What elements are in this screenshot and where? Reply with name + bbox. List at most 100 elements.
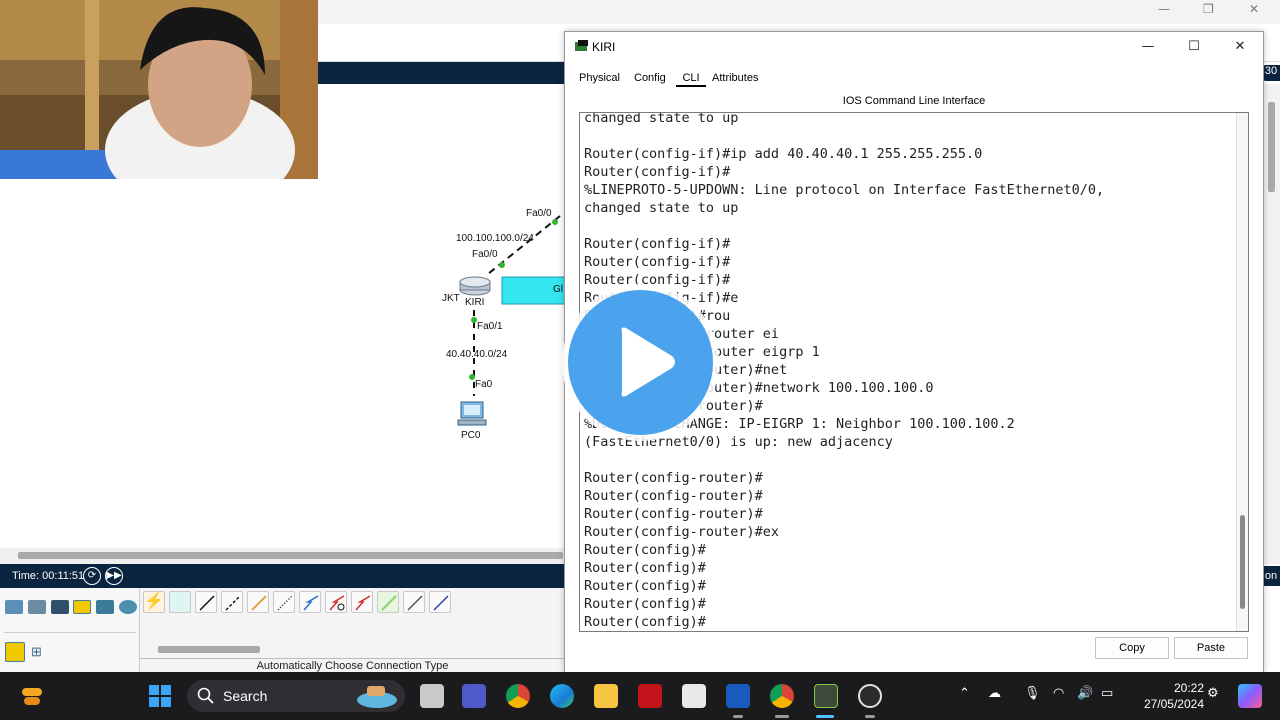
tab-cli[interactable]: CLI bbox=[676, 72, 706, 87]
volume-icon[interactable]: 🔊 bbox=[1077, 686, 1093, 701]
search-icon bbox=[197, 687, 214, 704]
end-devices-icon[interactable] bbox=[28, 600, 46, 614]
grid-icon[interactable]: ⊞ bbox=[31, 644, 42, 660]
pc-icon[interactable] bbox=[457, 401, 487, 426]
terminal-line: Router(config-if)# bbox=[584, 254, 731, 270]
pt-right-scroll-thumb[interactable] bbox=[1268, 102, 1275, 192]
connections-subcategory-icon[interactable] bbox=[5, 642, 25, 662]
link-wan[interactable] bbox=[487, 215, 561, 275]
copy-button[interactable]: Copy bbox=[1095, 637, 1169, 659]
terminal-line: Router(config)# bbox=[584, 578, 706, 594]
terminal-scrollbar[interactable] bbox=[1236, 113, 1248, 631]
tab-config[interactable]: Config bbox=[634, 72, 666, 84]
wifi-icon[interactable]: ◠ bbox=[1053, 686, 1064, 701]
play-icon bbox=[621, 327, 675, 397]
label-fa00-upper: Fa0/0 bbox=[526, 208, 552, 219]
start-icon[interactable] bbox=[148, 684, 172, 708]
copper-cross-icon[interactable] bbox=[221, 591, 243, 613]
misc-icon[interactable] bbox=[96, 600, 114, 614]
search-label: Search bbox=[223, 688, 268, 704]
connection-scroll-thumb[interactable] bbox=[158, 646, 260, 653]
label-cyan-box: Gl bbox=[553, 284, 563, 295]
paste-button[interactable]: Paste bbox=[1174, 637, 1248, 659]
clock-time: 20:22 bbox=[1173, 681, 1204, 695]
terminal-scroll-thumb[interactable] bbox=[1240, 515, 1245, 609]
octal-cable-icon[interactable] bbox=[377, 591, 399, 613]
mcafee-icon[interactable] bbox=[638, 684, 662, 708]
serial-dce-icon[interactable] bbox=[325, 591, 347, 613]
terminal-line: Router(config-router)# bbox=[584, 488, 763, 504]
label-fa01: Fa0/1 bbox=[477, 321, 503, 332]
video-play-button[interactable] bbox=[568, 290, 713, 435]
search-highlight-icon bbox=[357, 686, 397, 708]
terminal-line: (FastEthernet0/0) is up: new adjacency bbox=[584, 434, 893, 450]
power-cycle-icon[interactable]: ⟳ bbox=[83, 567, 101, 585]
tab-physical[interactable]: Physical bbox=[579, 72, 620, 84]
terminal-line: Router(config-router)# bbox=[584, 506, 763, 522]
console-cable-icon[interactable] bbox=[169, 591, 191, 613]
maximize-button[interactable]: ☐ bbox=[1171, 32, 1217, 62]
fiber-icon[interactable] bbox=[247, 591, 269, 613]
components-icon[interactable] bbox=[51, 600, 69, 614]
close-button[interactable]: ✕ bbox=[1217, 32, 1263, 62]
weather-widget-icon[interactable] bbox=[20, 684, 44, 708]
fast-forward-icon[interactable]: ▶▶ bbox=[105, 567, 123, 585]
connections-icon[interactable] bbox=[73, 600, 91, 614]
coaxial-icon[interactable] bbox=[299, 591, 321, 613]
onedrive-icon[interactable]: ☁ bbox=[988, 686, 1001, 701]
router-icon[interactable] bbox=[459, 276, 491, 296]
right-edge-top-text: 30 bbox=[1264, 65, 1278, 77]
chrome-active-indicator bbox=[775, 715, 789, 718]
realtime-bar: Time: 00:11:51 ⟳ ▶▶ bbox=[0, 564, 565, 588]
search-box[interactable]: Search bbox=[187, 680, 405, 712]
tray-overflow-icon[interactable]: ⌃ bbox=[959, 686, 970, 701]
edge-icon[interactable] bbox=[550, 684, 574, 708]
terminal-line: Router(config)# bbox=[584, 560, 706, 576]
label-pc-name: PC0 bbox=[461, 430, 481, 441]
taskbar: Search ⌃ ☁ 🎙 ◠ 🔊 ▭ 20:22 27/05/2024 ⚙ bbox=[0, 672, 1280, 720]
workspace-hscrollbar[interactable] bbox=[0, 548, 565, 564]
multiuser-icon[interactable] bbox=[119, 600, 137, 614]
microphone-icon[interactable]: 🎙 bbox=[1024, 686, 1041, 701]
battery-icon[interactable]: ▭ bbox=[1101, 686, 1113, 701]
auto-connection-label: Automatically Choose Connection Type bbox=[140, 658, 565, 672]
network-devices-icon[interactable] bbox=[5, 600, 23, 614]
port-light-wan-upper bbox=[552, 219, 558, 225]
cli-header: IOS Command Line Interface bbox=[842, 95, 986, 107]
iot-cable-icon[interactable] bbox=[403, 591, 425, 613]
usb-cable-icon[interactable] bbox=[429, 591, 451, 613]
recorder-icon[interactable] bbox=[858, 684, 882, 708]
pt-right-scrollbar[interactable] bbox=[1262, 84, 1280, 564]
chrome-icon[interactable] bbox=[506, 684, 530, 708]
teams-icon[interactable] bbox=[462, 684, 486, 708]
auto-connection-icon[interactable]: ⚡ bbox=[143, 591, 165, 613]
packet-tracer-taskbar-icon[interactable] bbox=[814, 684, 838, 708]
pt-minimize-button[interactable]: — bbox=[1158, 2, 1170, 16]
terminal-line: Router(config-router)# bbox=[584, 470, 763, 486]
workspace-hscroll-thumb[interactable] bbox=[18, 552, 563, 559]
tab-attributes[interactable]: Attributes bbox=[712, 72, 758, 84]
recorder-active-indicator bbox=[865, 715, 875, 718]
word-icon[interactable] bbox=[726, 684, 750, 708]
pt-restore-button[interactable]: ❐ bbox=[1203, 2, 1214, 16]
category-divider bbox=[4, 632, 136, 633]
chrome-profile-icon[interactable] bbox=[770, 684, 794, 708]
copper-straight-icon[interactable] bbox=[195, 591, 217, 613]
task-view-icon[interactable] bbox=[420, 684, 444, 708]
clock[interactable]: 20:22 27/05/2024 bbox=[1124, 680, 1204, 712]
dialog-title-bar[interactable]: KIRI — ☐ ✕ bbox=[565, 32, 1263, 62]
label-lan-network: 40.40.40.0/24 bbox=[446, 349, 508, 360]
serial-dte-icon[interactable] bbox=[351, 591, 373, 613]
copilot-icon[interactable] bbox=[1238, 684, 1262, 708]
label-router-location: JKT bbox=[442, 293, 460, 304]
minimize-button[interactable]: — bbox=[1125, 32, 1171, 62]
label-wan-network: 100.100.100.0/24 bbox=[456, 233, 534, 244]
pt-close-button[interactable]: ✕ bbox=[1249, 2, 1259, 16]
phone-cable-icon[interactable] bbox=[273, 591, 295, 613]
file-explorer-icon[interactable] bbox=[594, 684, 618, 708]
time-display: Time: 00:11:51 bbox=[12, 570, 85, 582]
notification-settings-icon[interactable]: ⚙ bbox=[1207, 686, 1219, 701]
store-icon[interactable] bbox=[682, 684, 706, 708]
terminal-line: Router(config)# bbox=[584, 542, 706, 558]
